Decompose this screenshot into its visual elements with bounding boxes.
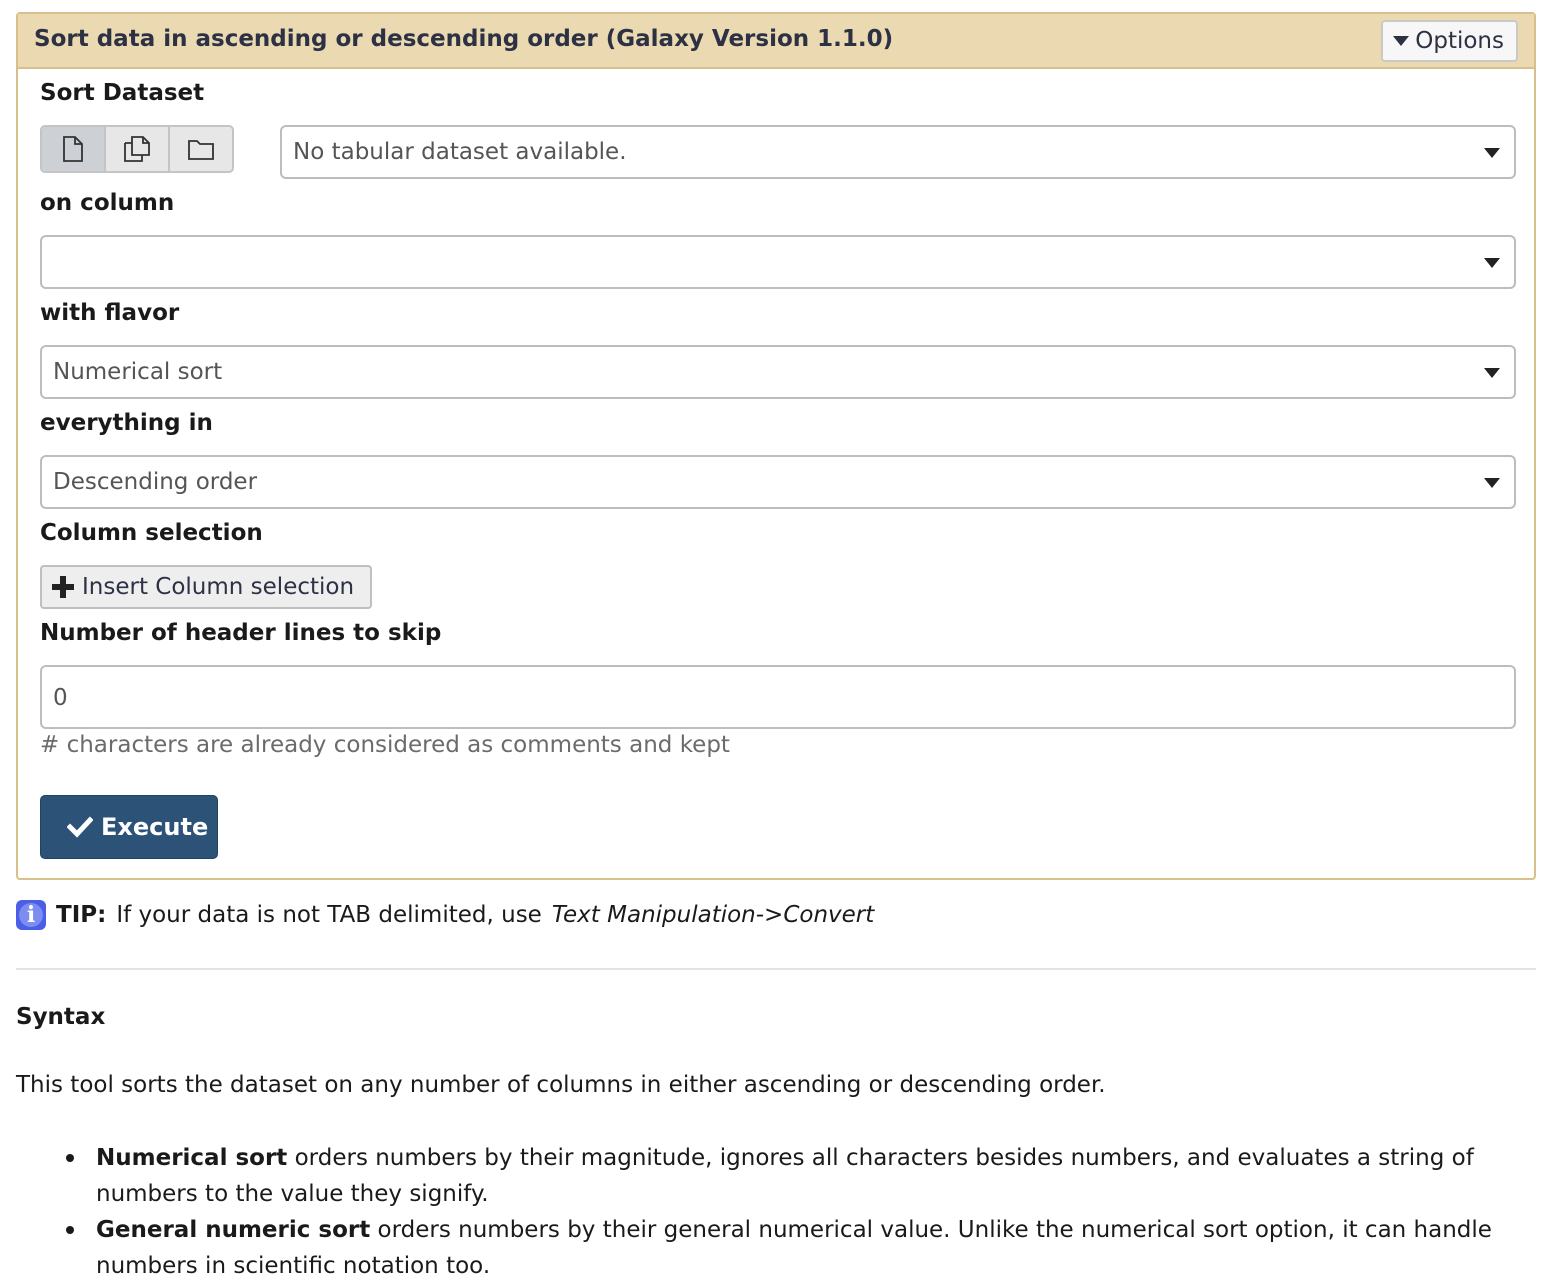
multiple-datasets-button[interactable] bbox=[106, 127, 170, 171]
execute-label: Execute bbox=[101, 813, 209, 841]
tool-header: Sort data in ascending or descending ord… bbox=[18, 14, 1534, 69]
syntax-intro: This tool sorts the dataset on any numbe… bbox=[16, 1072, 1106, 1098]
options-label: Options bbox=[1415, 28, 1504, 54]
with-flavor-label: with flavor bbox=[40, 300, 180, 326]
column-selection-label: Column selection bbox=[40, 520, 263, 546]
tip-line: i TIP: If your data is not TAB delimited… bbox=[16, 900, 874, 930]
everything-in-label: everything in bbox=[40, 410, 213, 436]
everything-in-value: Descending order bbox=[53, 469, 258, 495]
options-button[interactable]: Options bbox=[1381, 20, 1518, 62]
check-icon bbox=[67, 816, 93, 838]
on-column-select[interactable] bbox=[40, 235, 1516, 289]
single-dataset-button[interactable] bbox=[42, 127, 106, 171]
execute-button[interactable]: Execute bbox=[40, 795, 218, 859]
header-lines-help: # characters are already considered as c… bbox=[40, 732, 730, 758]
multiple-datasets-icon bbox=[124, 136, 150, 162]
caret-down-icon bbox=[1393, 36, 1410, 46]
chevron-down-icon bbox=[1484, 148, 1500, 158]
divider bbox=[16, 968, 1536, 970]
header-lines-value: 0 bbox=[53, 685, 68, 711]
everything-in-select[interactable]: Descending order bbox=[40, 455, 1516, 509]
insert-column-selection-button[interactable]: Insert Column selection bbox=[40, 565, 372, 609]
list-item: General numeric sort orders numbers by t… bbox=[66, 1212, 1526, 1284]
list-item: Numerical sort orders numbers by their m… bbox=[66, 1140, 1526, 1212]
sort-dataset-value: No tabular dataset available. bbox=[293, 139, 627, 165]
single-dataset-icon bbox=[63, 136, 83, 162]
chevron-down-icon bbox=[1484, 258, 1500, 268]
folder-icon bbox=[188, 140, 214, 160]
tip-label: TIP: bbox=[56, 902, 107, 928]
sort-dataset-label: Sort Dataset bbox=[40, 80, 205, 106]
with-flavor-value: Numerical sort bbox=[53, 359, 223, 385]
on-column-label: on column bbox=[40, 190, 175, 216]
insert-column-selection-label: Insert Column selection bbox=[82, 574, 355, 600]
sort-dataset-select[interactable]: No tabular dataset available. bbox=[280, 125, 1516, 179]
header-lines-label: Number of header lines to skip bbox=[40, 620, 442, 646]
info-icon: i bbox=[16, 900, 46, 930]
syntax-heading: Syntax bbox=[16, 1004, 106, 1030]
syntax-bullets: Numerical sort orders numbers by their m… bbox=[66, 1140, 1526, 1284]
tool-title: Sort data in ascending or descending ord… bbox=[34, 26, 894, 52]
bullet-text: orders numbers by their magnitude, ignor… bbox=[96, 1145, 1474, 1207]
chevron-down-icon bbox=[1484, 478, 1500, 488]
dataset-mode-toggle bbox=[40, 125, 234, 173]
dataset-collection-button[interactable] bbox=[170, 127, 232, 171]
bullet-term: Numerical sort bbox=[96, 1145, 288, 1171]
header-lines-input[interactable]: 0 bbox=[40, 665, 1516, 729]
chevron-down-icon bbox=[1484, 368, 1500, 378]
tool-form-panel: Sort data in ascending or descending ord… bbox=[16, 12, 1536, 880]
with-flavor-select[interactable]: Numerical sort bbox=[40, 345, 1516, 399]
plus-icon bbox=[52, 576, 74, 598]
tip-italic: Text Manipulation->Convert bbox=[551, 902, 875, 928]
tip-text: If your data is not TAB delimited, use bbox=[116, 902, 542, 928]
bullet-term: General numeric sort bbox=[96, 1217, 371, 1243]
page: Sort data in ascending or descending ord… bbox=[0, 0, 1554, 1279]
